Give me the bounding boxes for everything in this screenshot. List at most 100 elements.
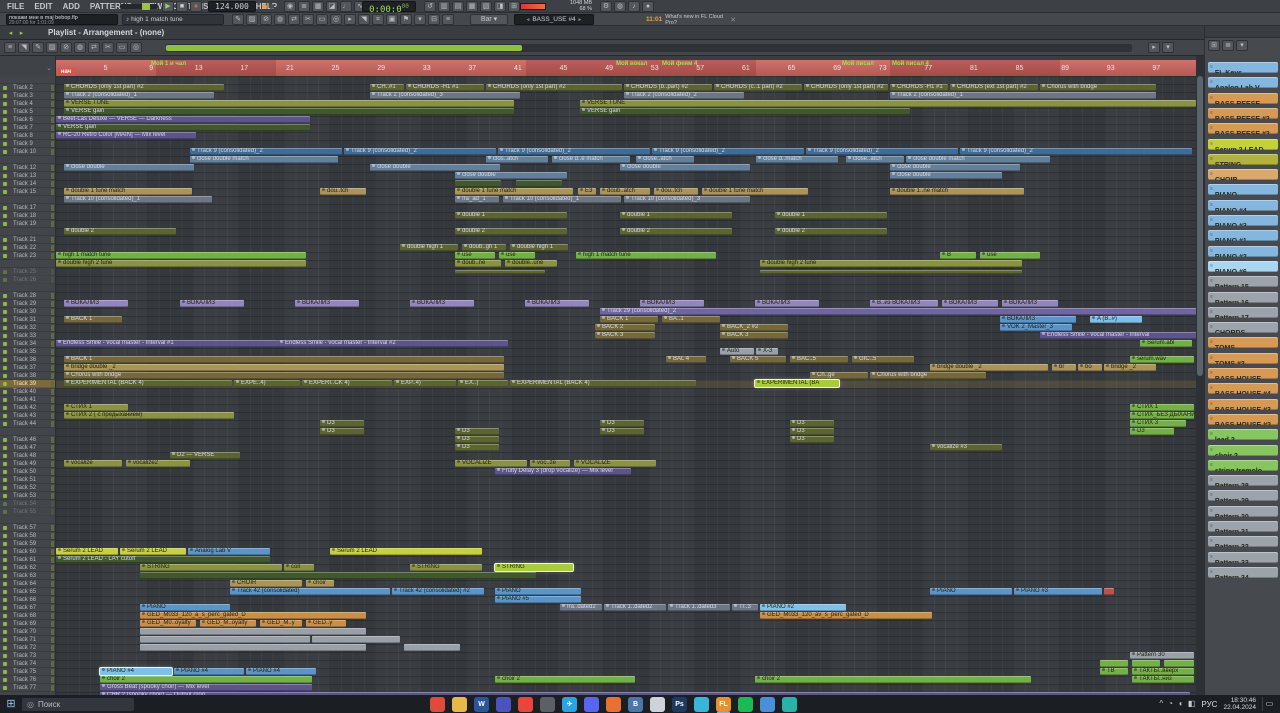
track-header-track-5[interactable]: Track 5 bbox=[0, 108, 55, 116]
clip[interactable]: high 1 match tune bbox=[56, 252, 306, 259]
clip[interactable]: close double bbox=[64, 164, 194, 171]
pattern-item-pattern-33[interactable]: ≡Pattern 33 bbox=[1208, 551, 1278, 563]
track-led[interactable] bbox=[3, 558, 7, 562]
clip[interactable]: Track 10 (consolidated)_3 bbox=[624, 196, 750, 203]
track-header-track-7[interactable]: Track 7 bbox=[0, 124, 55, 132]
reaper-icon[interactable] bbox=[606, 696, 621, 712]
hscroll-thumb[interactable] bbox=[166, 45, 522, 51]
clip[interactable]: D3 bbox=[1130, 428, 1174, 435]
pattern-item-bass-house-2[interactable]: ≡BASS HOUSE #2 bbox=[1208, 413, 1278, 425]
clip[interactable]: ТАКТЫ..вверх bbox=[1132, 668, 1194, 675]
select-tool-icon[interactable]: ▭ bbox=[316, 14, 328, 25]
metronome-icon[interactable]: ♩ bbox=[340, 1, 352, 12]
track-led[interactable] bbox=[3, 582, 7, 586]
clip[interactable]: PIANO #2 bbox=[760, 604, 846, 611]
clip[interactable] bbox=[516, 180, 562, 187]
track-header-track-8[interactable]: Track 8 bbox=[0, 132, 55, 140]
clip[interactable]: serum.wav bbox=[1130, 356, 1194, 363]
pattern-item-toms-2[interactable]: ≡TOMS #2 bbox=[1208, 352, 1278, 364]
track-led[interactable] bbox=[3, 422, 7, 426]
track-led[interactable] bbox=[3, 630, 7, 634]
track-header-track-3[interactable]: Track 3 bbox=[0, 92, 55, 100]
clip[interactable]: Endless Smile - vocal master - Interval bbox=[1040, 332, 1196, 339]
timeline-marker[interactable]: Мой писал 4 bbox=[892, 61, 929, 67]
clip[interactable]: VERSE gain bbox=[56, 124, 310, 131]
pattern-item-toms[interactable]: ≡TOMS bbox=[1208, 337, 1278, 349]
track-header-track-19[interactable]: Track 19 bbox=[0, 220, 55, 228]
track-header-empty[interactable] bbox=[0, 516, 55, 524]
clip[interactable]: VERSE gain bbox=[64, 108, 514, 115]
pattern-item-bass-reese-3[interactable]: ≡BASS REESE #3 bbox=[1208, 107, 1278, 119]
pattern-item-pattern-32[interactable]: ≡Pattern 32 bbox=[1208, 536, 1278, 548]
clip[interactable] bbox=[404, 644, 460, 651]
clip[interactable]: D3 bbox=[455, 444, 499, 451]
clip[interactable]: ТАКТЫ..низ bbox=[1132, 676, 1194, 683]
track-header-track-47[interactable]: Track 47 bbox=[0, 444, 55, 452]
marker-icon[interactable]: ⚑ bbox=[400, 14, 412, 25]
clip[interactable]: GED_M..oyalty bbox=[200, 620, 256, 627]
track-led[interactable] bbox=[3, 486, 7, 490]
clip[interactable]: CHORDS (c..1 part) #2 bbox=[714, 84, 802, 91]
timeline-marker[interactable]: Мой вокал bbox=[616, 61, 647, 67]
track-header-track-52[interactable]: Track 52 bbox=[0, 484, 55, 492]
network-icon[interactable]: ◧ bbox=[1188, 695, 1196, 713]
clip[interactable]: double 1 bbox=[775, 212, 887, 219]
track-header-track-55[interactable]: Track 55 bbox=[0, 508, 55, 516]
pl-brush-icon[interactable]: ▨ bbox=[46, 42, 58, 53]
track-led[interactable] bbox=[3, 382, 7, 386]
track-header-empty[interactable] bbox=[0, 260, 55, 268]
track-led[interactable] bbox=[3, 238, 7, 242]
track-led[interactable] bbox=[3, 366, 7, 370]
song-mode-led[interactable] bbox=[269, 4, 274, 9]
clip[interactable]: Track 9 (consolidated)_2 bbox=[190, 148, 342, 155]
tray-expand-icon[interactable]: ^ bbox=[1159, 695, 1163, 713]
track-header-empty[interactable] bbox=[0, 196, 55, 204]
pl-zoom-icon[interactable]: ◎ bbox=[130, 42, 142, 53]
notepad-icon[interactable] bbox=[650, 696, 665, 712]
notification-center-icon[interactable]: ▭ bbox=[1262, 697, 1276, 711]
track-header-track-65[interactable]: Track 65 bbox=[0, 588, 55, 596]
track-led[interactable] bbox=[3, 542, 7, 546]
clip[interactable]: Track 42 (consolidated) bbox=[230, 588, 390, 595]
track-header-track-48[interactable]: Track 48 bbox=[0, 452, 55, 460]
pattern-item-bass-house-4[interactable]: ≡BASS HOUSE #4 bbox=[1208, 383, 1278, 395]
clip[interactable]: close..atch bbox=[636, 156, 694, 163]
clip[interactable]: Tr..3 bbox=[732, 604, 758, 611]
clip[interactable]: ВОКАЛИЗ bbox=[1000, 316, 1076, 323]
track-header-track-2[interactable]: Track 2 bbox=[0, 84, 55, 92]
track-led[interactable] bbox=[3, 454, 7, 458]
clip[interactable]: B bbox=[940, 252, 976, 259]
clip[interactable]: double 1 bbox=[620, 212, 732, 219]
pattern-mode-icon[interactable]: ◉ bbox=[284, 1, 296, 12]
prev-arrangement-icon[interactable]: ◂ bbox=[6, 29, 15, 38]
volume-icon[interactable]: ◖ bbox=[1178, 695, 1183, 713]
clip[interactable]: D3 bbox=[790, 436, 834, 443]
track-led[interactable] bbox=[3, 182, 7, 186]
track-header-track-18[interactable]: Track 18 bbox=[0, 212, 55, 220]
clip[interactable]: doub..ne bbox=[455, 260, 501, 267]
pattern-item-choir-2[interactable]: ≡choir 2 bbox=[1208, 444, 1278, 456]
track-header-track-44[interactable]: Track 44 bbox=[0, 420, 55, 428]
clip[interactable]: bridge double _2 bbox=[930, 364, 1048, 371]
clip[interactable]: clos..atch bbox=[486, 156, 548, 163]
main-volume-slider[interactable] bbox=[120, 3, 158, 10]
pattern-item-piano-3[interactable]: ≡PIANO #3 bbox=[1208, 215, 1278, 226]
view-options-icon[interactable]: ▾ bbox=[414, 14, 426, 25]
pl-mute-icon[interactable]: ◍ bbox=[74, 42, 86, 53]
clip[interactable]: Track 1..dated3 bbox=[668, 604, 730, 611]
clip[interactable]: vocalize bbox=[64, 460, 122, 467]
obs-icon[interactable] bbox=[694, 696, 709, 712]
clip[interactable] bbox=[1132, 660, 1160, 667]
track-led[interactable] bbox=[3, 126, 7, 130]
clip[interactable]: BACK 3 bbox=[720, 332, 788, 339]
track-header-track-35[interactable]: Track 35 bbox=[0, 348, 55, 356]
track-led[interactable] bbox=[3, 566, 7, 570]
track-led[interactable] bbox=[3, 462, 7, 466]
track-led[interactable] bbox=[3, 214, 7, 218]
clip[interactable]: D3 bbox=[455, 428, 499, 435]
clip[interactable]: GED_M..y bbox=[260, 620, 302, 627]
clip[interactable]: Track 10 (consolidated)_1 bbox=[64, 196, 212, 203]
track-led[interactable] bbox=[3, 598, 7, 602]
clip[interactable]: bridge _2 bbox=[1104, 364, 1156, 371]
clip[interactable]: PIANO bbox=[140, 604, 230, 611]
